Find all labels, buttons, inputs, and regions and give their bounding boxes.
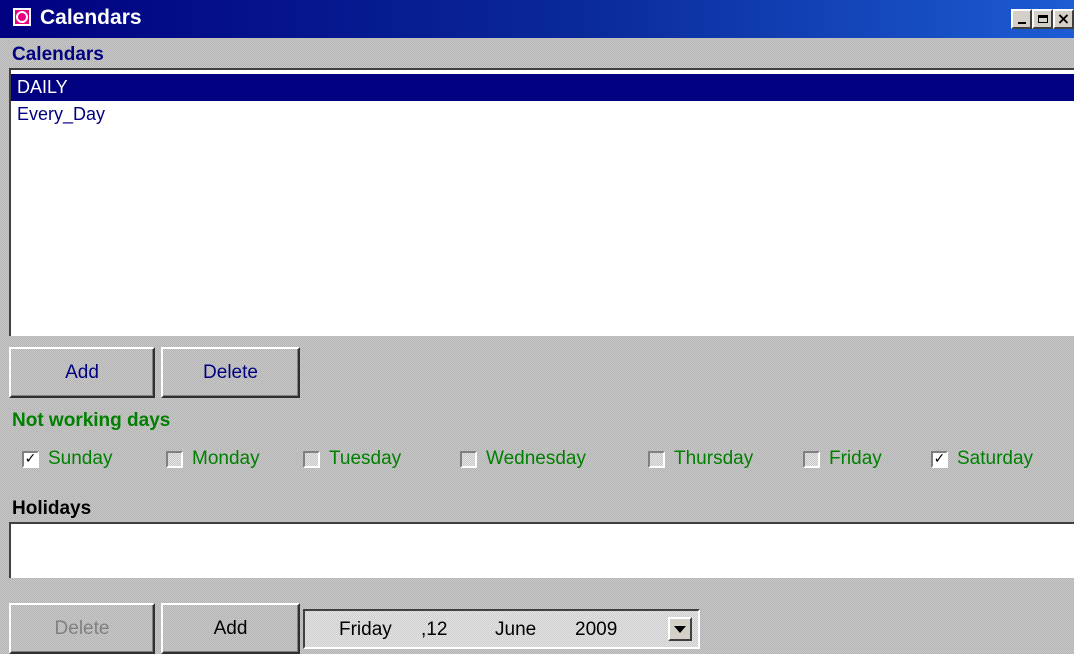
date-dropdown-button[interactable]: [668, 617, 692, 641]
close-icon: ×: [1056, 9, 1071, 28]
add-calendar-button[interactable]: Add: [9, 347, 155, 398]
date-year[interactable]: 2009: [575, 619, 617, 641]
close-button[interactable]: ×: [1053, 9, 1074, 29]
add-holiday-button[interactable]: Add: [161, 603, 300, 654]
day-monday[interactable]: Monday: [166, 446, 260, 472]
date-weekday[interactable]: Friday: [339, 619, 392, 641]
friday-label: Friday: [829, 448, 882, 469]
saturday-checkbox[interactable]: ✓: [931, 450, 948, 468]
date-month[interactable]: June: [495, 619, 536, 641]
maximize-button[interactable]: [1032, 9, 1053, 29]
thursday-label: Thursday: [674, 448, 754, 469]
minimize-button[interactable]: [1011, 9, 1032, 29]
maximize-icon: [1037, 15, 1048, 23]
day-friday[interactable]: Friday: [803, 446, 882, 472]
wednesday-checkbox[interactable]: [460, 450, 477, 468]
chevron-down-icon: [674, 625, 686, 633]
date-day[interactable]: ,12: [421, 619, 447, 641]
day-sunday[interactable]: ✓ Sunday: [22, 446, 112, 472]
wednesday-label: Wednesday: [486, 448, 586, 469]
day-thursday[interactable]: Thursday: [648, 446, 753, 472]
minimize-icon: [1017, 22, 1026, 24]
day-saturday[interactable]: ✓ Saturday: [931, 446, 1033, 472]
title-bar[interactable]: Calendars ×: [0, 0, 1074, 38]
calendar-item-every-day[interactable]: Every_Day: [11, 101, 1074, 128]
window-title: Calendars: [40, 6, 142, 29]
thursday-checkbox[interactable]: [648, 450, 665, 468]
delete-calendar-button[interactable]: Delete: [161, 347, 300, 398]
monday-label: Monday: [192, 448, 260, 469]
tuesday-label: Tuesday: [329, 448, 402, 469]
holiday-date-picker[interactable]: Friday ,12 June 2009: [303, 609, 700, 649]
tuesday-checkbox[interactable]: [303, 450, 320, 468]
not-working-days-label: Not working days: [12, 410, 171, 431]
delete-holiday-button[interactable]: Delete: [9, 603, 155, 654]
saturday-label: Saturday: [957, 448, 1034, 469]
calendar-list[interactable]: DAILY Every_Day: [9, 68, 1074, 336]
day-wednesday[interactable]: Wednesday: [460, 446, 586, 472]
day-tuesday[interactable]: Tuesday: [303, 446, 401, 472]
calendars-label: Calendars: [12, 44, 104, 65]
friday-checkbox[interactable]: [803, 450, 820, 468]
sunday-checkbox[interactable]: ✓: [22, 450, 39, 468]
holidays-list[interactable]: [9, 522, 1074, 578]
sunday-label: Sunday: [48, 448, 113, 469]
app-icon[interactable]: [13, 8, 31, 26]
monday-checkbox[interactable]: [166, 450, 183, 468]
calendar-item-daily[interactable]: DAILY: [11, 74, 1074, 101]
holidays-label: Holidays: [12, 498, 92, 519]
